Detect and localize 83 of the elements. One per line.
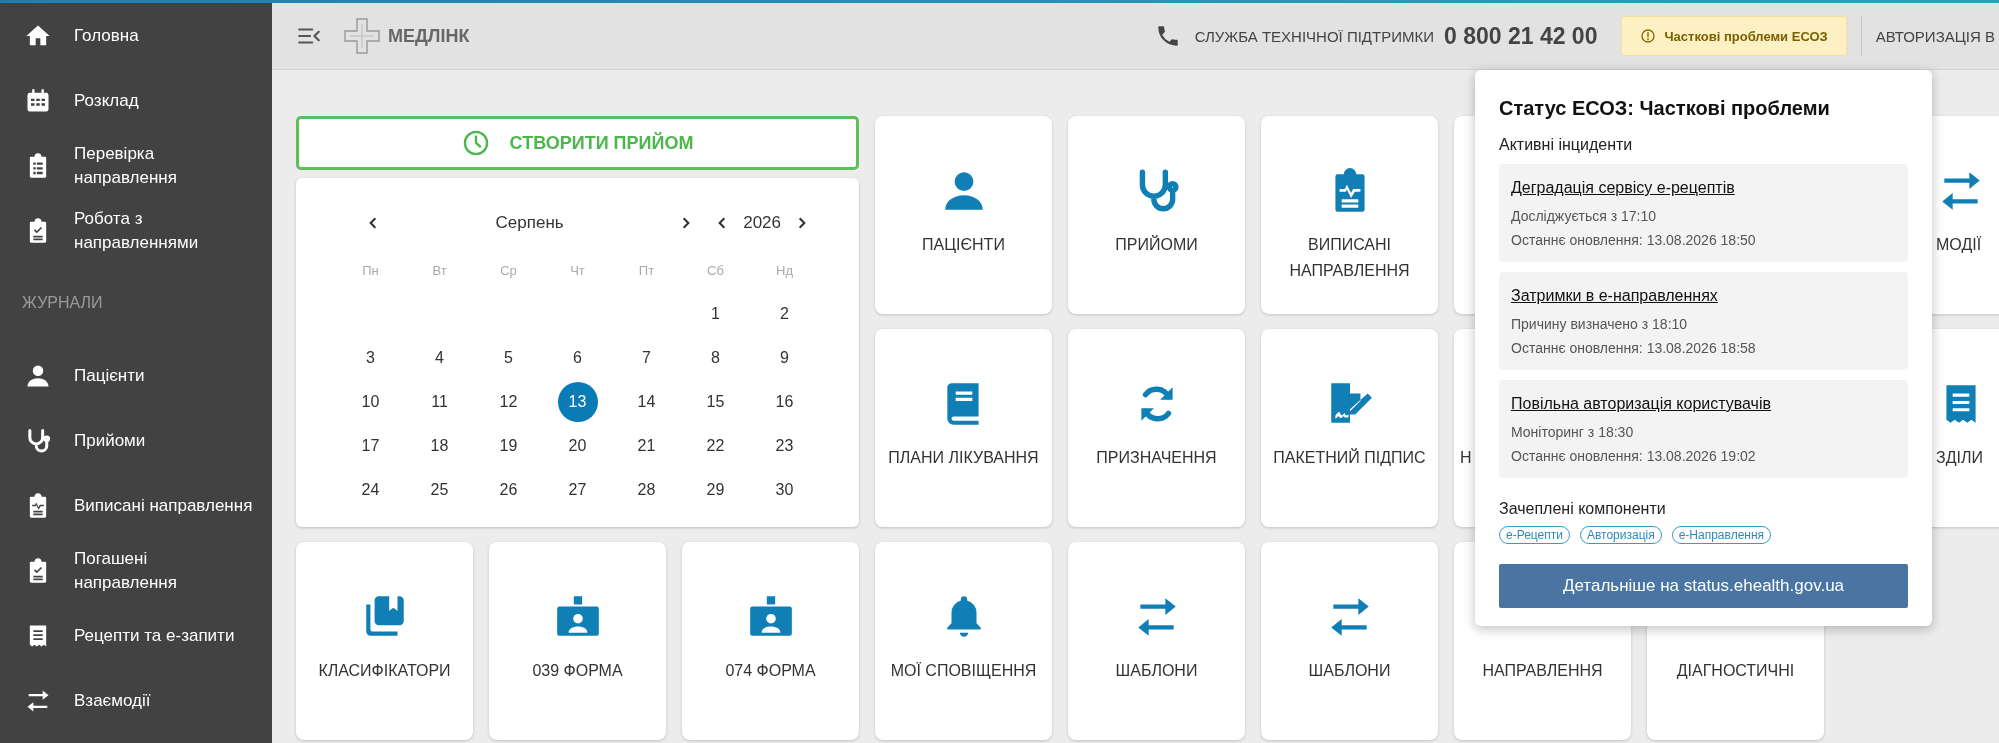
menu-tile[interactable]: ВИПИСАНІ НАПРАВЛЕННЯ bbox=[1261, 116, 1438, 314]
calendar-day[interactable]: 19 bbox=[488, 426, 529, 466]
sidebar-item[interactable]: Виписані направлення bbox=[0, 473, 272, 538]
status-badge[interactable]: Часткові проблеми ЕСОЗ bbox=[1621, 16, 1847, 56]
calendar-day[interactable]: 16 bbox=[764, 382, 805, 422]
weekday-label: Пт bbox=[637, 261, 656, 280]
calendar-day[interactable]: 13 bbox=[557, 382, 598, 422]
calendar-day[interactable]: 11 bbox=[419, 382, 460, 422]
menu-tile[interactable]: ШАБЛОНИ bbox=[1261, 542, 1438, 740]
weekday-label: Ср bbox=[499, 261, 518, 280]
calendar-day[interactable]: 17 bbox=[350, 426, 391, 466]
calendar-day[interactable]: 7 bbox=[626, 338, 667, 378]
incident-updated: Останнє оновлення: 13.08.2026 18:58 bbox=[1511, 339, 1756, 358]
sidebar-section-title: ЖУРНАЛИ bbox=[21, 293, 104, 313]
calendar-day[interactable]: 20 bbox=[557, 426, 598, 466]
incident-updated: Останнє оновлення: 13.08.2026 18:50 bbox=[1511, 231, 1756, 250]
calendar-day[interactable]: 26 bbox=[488, 470, 529, 510]
sidebar-item[interactable]: Пацієнти bbox=[0, 343, 272, 408]
calendar-day[interactable]: 25 bbox=[419, 470, 460, 510]
menu-tile[interactable]: ПАЦІЄНТИ bbox=[875, 116, 1052, 314]
calendar-day[interactable]: 8 bbox=[695, 338, 736, 378]
calendar-day[interactable]: 9 bbox=[764, 338, 805, 378]
calendar-day[interactable]: 28 bbox=[626, 470, 667, 510]
section-heading: Активні інциденти bbox=[1499, 135, 1634, 155]
sidebar-item[interactable]: Погашені направлення bbox=[0, 538, 272, 603]
incident-status: Досліджується з 17:10 bbox=[1511, 207, 1657, 226]
month-label: Серпень bbox=[494, 213, 565, 233]
year-label: 2026 bbox=[743, 213, 781, 233]
calendar-day[interactable]: 18 bbox=[419, 426, 460, 466]
menu-tile[interactable]: ПРИЗНАЧЕННЯ bbox=[1068, 329, 1245, 527]
calendar-day[interactable]: 2 bbox=[764, 294, 805, 334]
section-heading: Зачеплені компоненти bbox=[1499, 499, 1667, 519]
menu-tile[interactable]: КЛАСИФІКАТОРИ bbox=[296, 542, 473, 740]
details-button[interactable]: Детальніше на status.ehealth.gov.ua bbox=[1499, 564, 1908, 608]
menu-tile[interactable]: 039 ФОРМА bbox=[489, 542, 666, 740]
menu-tile[interactable]: МОЇ СПОВІЩЕННЯ bbox=[875, 542, 1052, 740]
incident-updated: Останнє оновлення: 13.08.2026 19:02 bbox=[1511, 447, 1756, 466]
menu-tile[interactable]: 074 ФОРМА bbox=[682, 542, 859, 740]
menu-tile[interactable]: ПЛАНИ ЛІКУВАННЯ bbox=[875, 329, 1052, 527]
weekday-label: Вт bbox=[431, 261, 448, 280]
weekday-label: Сб bbox=[706, 261, 725, 280]
cross-logo-icon bbox=[342, 16, 382, 56]
calendar-day[interactable]: 14 bbox=[626, 382, 667, 422]
calendar-day[interactable]: 23 bbox=[764, 426, 805, 466]
weekday-label: Пн bbox=[361, 261, 380, 280]
calendar-day[interactable]: 22 bbox=[695, 426, 736, 466]
incident-link[interactable]: Повільна авторизація користувачів bbox=[1511, 392, 1771, 416]
menu-tile[interactable]: ШАБЛОНИ bbox=[1068, 542, 1245, 740]
sidebar-item[interactable]: Рецепти та е-запити bbox=[0, 603, 272, 668]
incident-link[interactable]: Затримки в е-направленнях bbox=[1511, 284, 1718, 308]
calendar-day[interactable]: 15 bbox=[695, 382, 736, 422]
sidebar-item[interactable]: Робота з направленнями bbox=[0, 198, 272, 263]
calendar-day[interactable]: 24 bbox=[350, 470, 391, 510]
popup-title: Статус ЕСОЗ: Часткові проблеми bbox=[1499, 96, 1831, 121]
calendar-day[interactable]: 1 bbox=[695, 294, 736, 334]
calendar-day[interactable]: 10 bbox=[350, 382, 391, 422]
sidebar-item[interactable]: Прийоми bbox=[0, 408, 272, 473]
support-label: СЛУЖБА ТЕХНІЧНОЇ ПІДТРИМКИ bbox=[1194, 27, 1434, 45]
sidebar-item[interactable]: Головна bbox=[0, 3, 272, 68]
clock-icon bbox=[461, 129, 490, 157]
incident-link[interactable]: Деградація сервісу е-рецептів bbox=[1511, 176, 1735, 200]
calendar-day[interactable]: 12 bbox=[488, 382, 529, 422]
incident-status: Причину визначено з 18:10 bbox=[1511, 315, 1688, 334]
menu-tile[interactable]: ПРИЙОМИ bbox=[1068, 116, 1245, 314]
incident-status: Моніторинг з 18:30 bbox=[1511, 423, 1634, 442]
calendar-day[interactable]: 27 bbox=[557, 470, 598, 510]
calendar-day[interactable]: 3 bbox=[350, 338, 391, 378]
sidebar-item[interactable]: Розклад bbox=[0, 68, 272, 133]
calendar-day[interactable]: 4 bbox=[419, 338, 460, 378]
brand-name: МЕДЛІНК bbox=[388, 25, 470, 47]
menu-tile[interactable]: ПАКЕТНИЙ ПІДПИС bbox=[1261, 329, 1438, 527]
calendar-day[interactable]: 29 bbox=[695, 470, 736, 510]
sidebar-item[interactable]: Перевірка направлення bbox=[0, 133, 272, 198]
sidebar-item[interactable]: Взаємодії bbox=[0, 668, 272, 733]
support-phone: 0 800 21 42 00 bbox=[1443, 22, 1598, 50]
calendar-day[interactable]: 5 bbox=[488, 338, 529, 378]
calendar-day[interactable]: 30 bbox=[764, 470, 805, 510]
calendar-day[interactable]: 21 bbox=[626, 426, 667, 466]
authorization-link[interactable]: АВТОРИЗАЦІЯ В bbox=[1875, 27, 1995, 45]
calendar-day[interactable]: 6 bbox=[557, 338, 598, 378]
weekday-label: Нд bbox=[775, 261, 794, 280]
weekday-label: Чт bbox=[569, 261, 586, 280]
alert-circle-icon bbox=[1640, 28, 1657, 44]
